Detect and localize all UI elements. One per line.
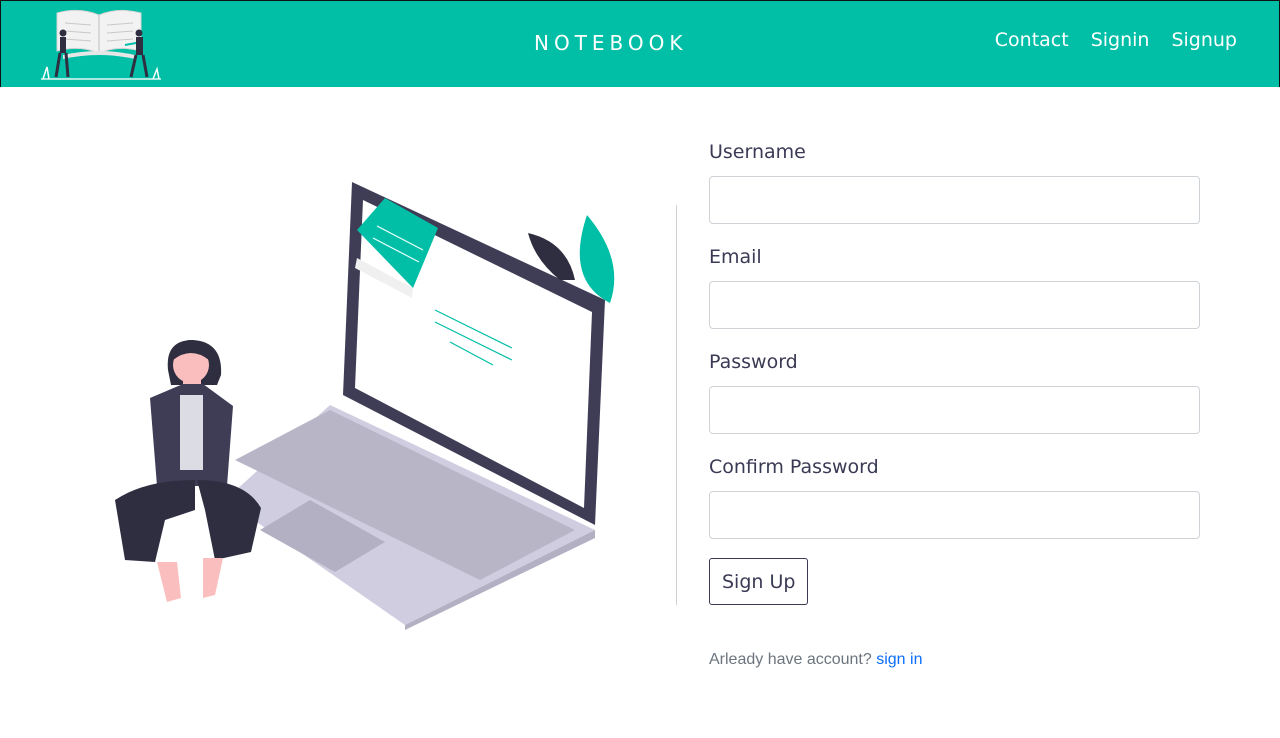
confirm-password-label: Confirm Password [709, 456, 879, 478]
woman-with-laptop-illustration [105, 170, 625, 640]
signup-form: Username Email Password Confirm Password… [709, 138, 1200, 605]
signin-prompt: Arleady have account? sign in [709, 651, 922, 669]
signin-prompt-text: Arleady have account? [709, 651, 877, 668]
confirm-password-input[interactable] [709, 491, 1200, 539]
email-label: Email [709, 246, 762, 268]
vertical-divider [676, 205, 677, 605]
password-label: Password [709, 351, 798, 373]
password-input[interactable] [709, 386, 1200, 434]
nav-link-contact[interactable]: Contact [995, 29, 1069, 51]
email-input[interactable] [709, 281, 1200, 329]
open-book-logo-icon[interactable] [41, 7, 161, 83]
brand-title[interactable]: NOTEBOOK [534, 31, 688, 55]
sign-in-link[interactable]: sign in [876, 651, 922, 668]
username-label: Username [709, 141, 806, 163]
sign-up-button[interactable]: Sign Up [709, 558, 809, 605]
username-input[interactable] [709, 176, 1200, 224]
navbar: NOTEBOOK Contact Signin Signup [0, 0, 1280, 87]
nav-links: Contact Signin Signup [995, 29, 1237, 51]
nav-link-signup[interactable]: Signup [1171, 29, 1237, 51]
nav-link-signin[interactable]: Signin [1091, 29, 1150, 51]
